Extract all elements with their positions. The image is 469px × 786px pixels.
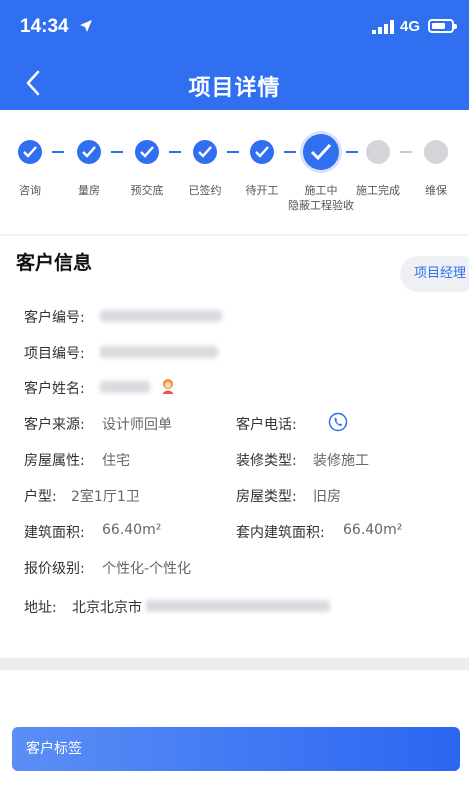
step-label-secondary: 隐蔽工程验收 bbox=[288, 199, 354, 212]
project-no-label: 项目编号: bbox=[24, 346, 85, 362]
step-connector bbox=[52, 151, 64, 153]
house-type-value: 旧房 bbox=[313, 489, 341, 505]
step-connector bbox=[169, 151, 181, 153]
customer-tags-bar[interactable]: 客户标签 bbox=[12, 727, 460, 771]
decoration-type-value: 装修施工 bbox=[313, 453, 369, 469]
status-bar: 14:34 4G bbox=[0, 0, 469, 54]
status-time: 14:34 bbox=[20, 16, 69, 37]
customer-name-value-redacted bbox=[100, 381, 150, 393]
property-label: 房屋属性: bbox=[24, 453, 85, 469]
customer-info-card: 客户信息 项目经理 客户编号: 项目编号: 客户姓名: 客户来源: 设计师回单 … bbox=[0, 236, 469, 658]
step-connector bbox=[284, 151, 296, 153]
customer-no-label: 客户编号: bbox=[24, 310, 85, 326]
house-type-label: 房屋类型: bbox=[236, 489, 297, 505]
quote-level-label: 报价级别: bbox=[24, 561, 85, 577]
battery-icon bbox=[428, 19, 457, 33]
step-label: 已签约 bbox=[188, 184, 222, 197]
area-label: 建筑面积: bbox=[24, 525, 85, 541]
quote-level-value: 个性化-个性化 bbox=[102, 561, 192, 577]
step-connector bbox=[227, 151, 239, 153]
customer-no-value-redacted bbox=[100, 310, 222, 322]
step-label: 施工中 bbox=[304, 184, 338, 197]
project-manager-button[interactable]: 项目经理 bbox=[400, 256, 469, 292]
project-no-value-redacted bbox=[100, 346, 218, 358]
address-detail-redacted bbox=[146, 600, 330, 612]
step-label: 预交底 bbox=[130, 184, 164, 197]
phone-label: 客户电话: bbox=[236, 417, 297, 433]
step-5-check-icon bbox=[250, 140, 274, 164]
section-divider bbox=[0, 658, 469, 670]
female-avatar-icon bbox=[162, 379, 174, 394]
step-connector bbox=[400, 151, 412, 153]
step-4-check-icon bbox=[193, 140, 217, 164]
step-8-pending-icon bbox=[424, 140, 448, 164]
customer-name-label: 客户姓名: bbox=[24, 381, 85, 397]
step-label: 咨询 bbox=[19, 184, 41, 197]
header: 14:34 4G 项目详情 bbox=[0, 0, 469, 110]
inner-area-value: 66.40m² bbox=[343, 522, 403, 538]
address-value: 北京北京市 bbox=[72, 600, 142, 616]
source-value: 设计师回单 bbox=[102, 417, 172, 433]
step-6-current-check-icon bbox=[303, 134, 339, 170]
step-connector bbox=[111, 151, 123, 153]
step-label: 量房 bbox=[78, 184, 100, 197]
step-3-check-icon bbox=[135, 140, 159, 164]
property-value: 住宅 bbox=[102, 453, 130, 469]
section-title: 客户信息 bbox=[16, 252, 93, 274]
source-label: 客户来源: bbox=[24, 417, 85, 433]
step-2-check-icon bbox=[77, 140, 101, 164]
step-label: 施工完成 bbox=[356, 184, 400, 197]
step-connector bbox=[346, 151, 358, 153]
step-label: 待开工 bbox=[245, 184, 279, 197]
address-label: 地址: bbox=[24, 600, 57, 616]
page-title: 项目详情 bbox=[188, 76, 281, 101]
inner-area-label: 套内建筑面积: bbox=[236, 525, 325, 541]
progress-steps: 咨询 量房 预交底 已签约 待开工 施工中 隐蔽工程验收 施工完成 维保 bbox=[0, 110, 469, 234]
decoration-type-label: 装修类型: bbox=[236, 453, 297, 469]
area-value: 66.40m² bbox=[102, 522, 162, 538]
network-type: 4G bbox=[400, 18, 421, 35]
phone-call-icon[interactable] bbox=[328, 412, 348, 432]
layout-label: 户型: bbox=[24, 489, 57, 505]
step-7-pending-icon bbox=[366, 140, 390, 164]
signal-icon bbox=[372, 20, 394, 34]
layout-value: 2室1厅1卫 bbox=[71, 489, 140, 505]
step-1-check-icon bbox=[18, 140, 42, 164]
step-label: 维保 bbox=[425, 184, 447, 197]
location-arrow-icon bbox=[80, 20, 92, 32]
